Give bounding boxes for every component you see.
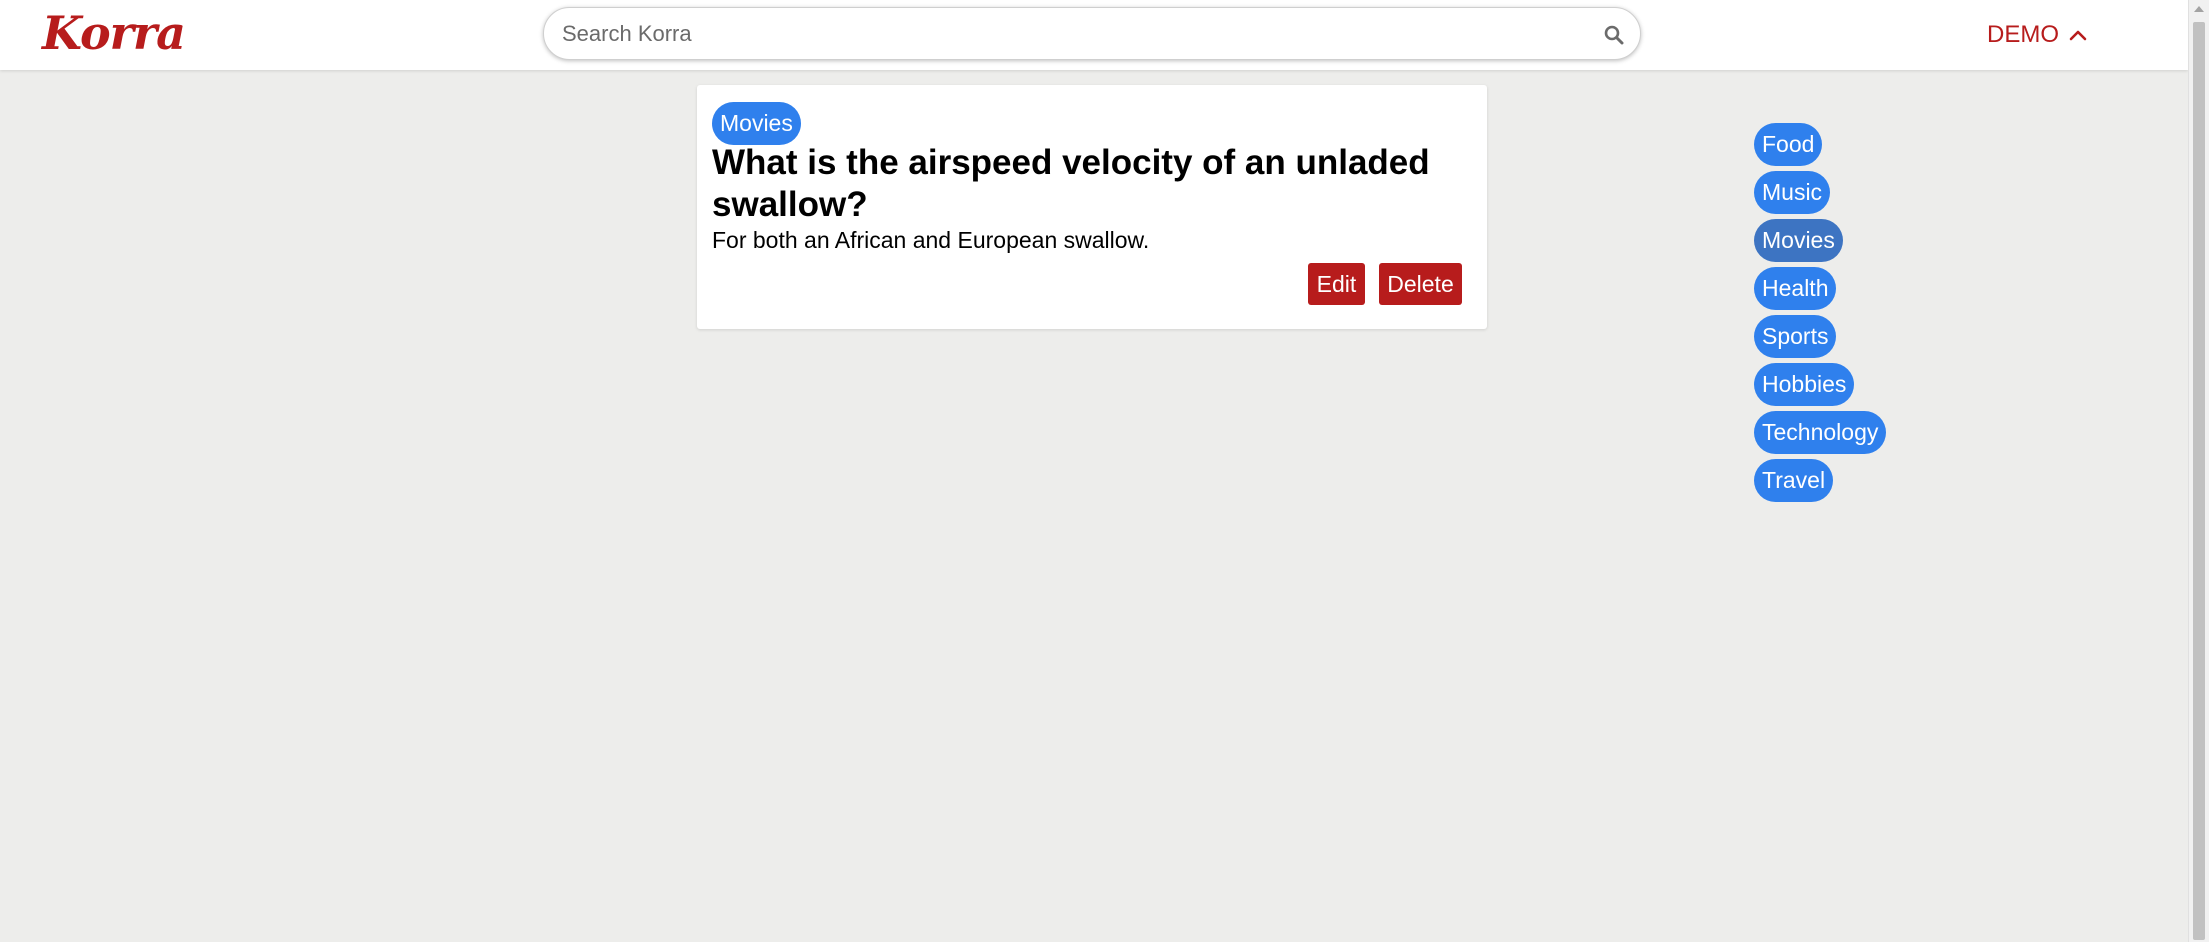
scrollbar-thumb[interactable] [2193,22,2205,940]
chevron-up-icon [2069,30,2087,41]
question-title[interactable]: What is the airspeed velocity of an unla… [712,142,1482,226]
scroll-up-arrow-icon[interactable] [2194,6,2204,12]
category-technology[interactable]: Technology [1754,411,1887,454]
page-scrollbar[interactable] [2188,0,2209,942]
search-input[interactable] [562,18,1562,50]
delete-button[interactable]: Delete [1379,263,1462,305]
category-list: Food Music Movies Health Sports Hobbies … [1754,123,1887,502]
category-travel[interactable]: Travel [1754,459,1834,502]
question-category-tag[interactable]: Movies [712,102,801,145]
question-card: Movies What is the airspeed velocity of … [697,85,1487,329]
search-icon[interactable] [1604,25,1624,45]
top-navbar: Korra DEMO [0,0,2188,70]
category-food[interactable]: Food [1754,123,1823,166]
search-bar[interactable] [543,7,1641,60]
category-music[interactable]: Music [1754,171,1831,214]
korra-logo[interactable]: Korra [42,6,186,60]
category-sports[interactable]: Sports [1754,315,1837,358]
edit-button[interactable]: Edit [1308,263,1365,305]
category-hobbies[interactable]: Hobbies [1754,363,1855,406]
user-menu-label: DEMO [1987,21,2059,48]
category-health[interactable]: Health [1754,267,1837,310]
question-description: For both an African and European swallow… [712,227,1150,253]
user-menu-toggle[interactable]: DEMO [1987,20,2087,50]
category-movies[interactable]: Movies [1754,219,1843,262]
